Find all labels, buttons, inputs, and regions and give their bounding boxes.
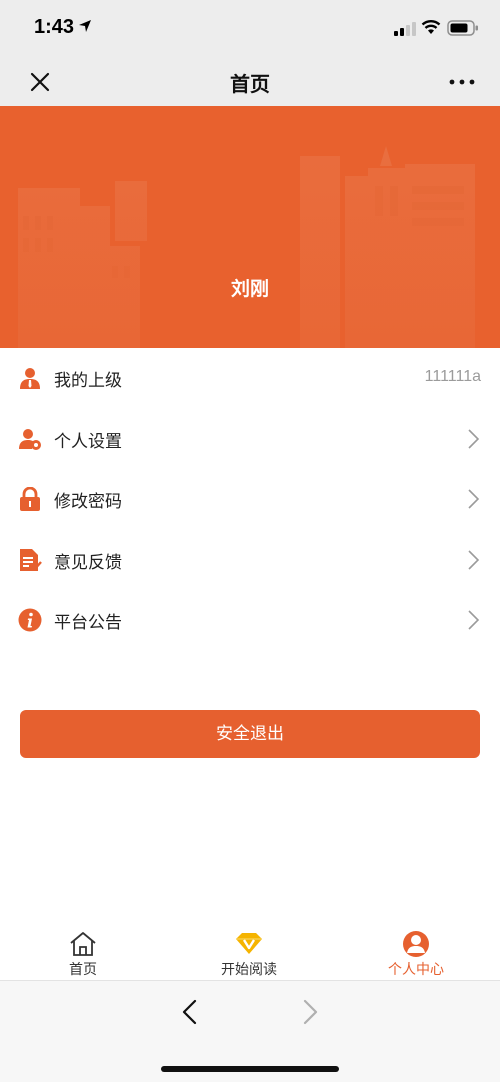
back-arrow-icon[interactable]	[178, 997, 202, 1027]
user-name: 刘刚	[230, 278, 269, 300]
user-settings-icon	[19, 428, 41, 450]
menu-item-label: 平台公告	[54, 613, 122, 633]
battery-icon	[447, 20, 478, 36]
home-indicator	[161, 1066, 339, 1072]
menu-item-label: 意见反馈	[54, 552, 122, 573]
lock-icon	[20, 487, 40, 511]
menu-item-change-password[interactable]: 修改密码	[0, 469, 500, 530]
location-arrow-icon	[79, 20, 91, 32]
chevron-right-icon	[468, 489, 480, 509]
chevron-right-icon	[468, 610, 480, 630]
chevron-right-icon	[468, 428, 480, 449]
menu-item-announcements[interactable]: 平台公告	[0, 590, 500, 651]
supervisor-value: 111111a	[424, 368, 481, 385]
city-skyline-illustration	[0, 106, 500, 348]
user-center-icon	[403, 931, 429, 957]
tab-user-center[interactable]: 个人中心	[333, 926, 499, 980]
tab-label: 首页	[69, 962, 97, 978]
cellular-signal-icon	[394, 22, 416, 36]
page-title: 首页	[230, 72, 270, 96]
home-icon	[70, 932, 96, 956]
tab-start-reading[interactable]: 开始阅读	[166, 926, 332, 980]
bottom-tab-bar: 首页 开始阅读 个人中心	[0, 926, 500, 980]
tab-label: 开始阅读	[221, 962, 277, 978]
supervisor-icon	[20, 368, 40, 389]
profile-menu: 我的上级 111111a 个人设置 修改密码 意见反馈 平台公告	[0, 348, 500, 651]
profile-banner: 刘刚	[0, 106, 500, 348]
menu-item-personal-settings[interactable]: 个人设置	[0, 409, 500, 470]
vip-diamond-icon	[236, 933, 262, 954]
nav-bar: 首页	[0, 58, 500, 106]
browser-toolbar	[0, 980, 500, 1082]
info-icon	[18, 608, 42, 632]
wifi-icon	[421, 20, 441, 34]
tab-home[interactable]: 首页	[0, 926, 166, 980]
more-icon[interactable]	[446, 70, 478, 94]
chevron-right-icon	[468, 549, 480, 570]
tab-label: 个人中心	[388, 962, 444, 978]
status-bar: 1:43	[0, 0, 500, 58]
logout-button[interactable]: 安全退出	[20, 710, 480, 758]
status-time: 1:43	[34, 16, 75, 38]
menu-item-feedback[interactable]: 意见反馈	[0, 530, 500, 591]
forward-arrow-icon[interactable]	[298, 997, 322, 1027]
feedback-icon	[20, 548, 42, 571]
menu-item-label: 修改密码	[54, 492, 122, 512]
menu-item-label: 我的上级	[54, 371, 122, 391]
menu-item-supervisor[interactable]: 我的上级 111111a	[0, 348, 500, 409]
menu-item-label: 个人设置	[54, 431, 122, 452]
